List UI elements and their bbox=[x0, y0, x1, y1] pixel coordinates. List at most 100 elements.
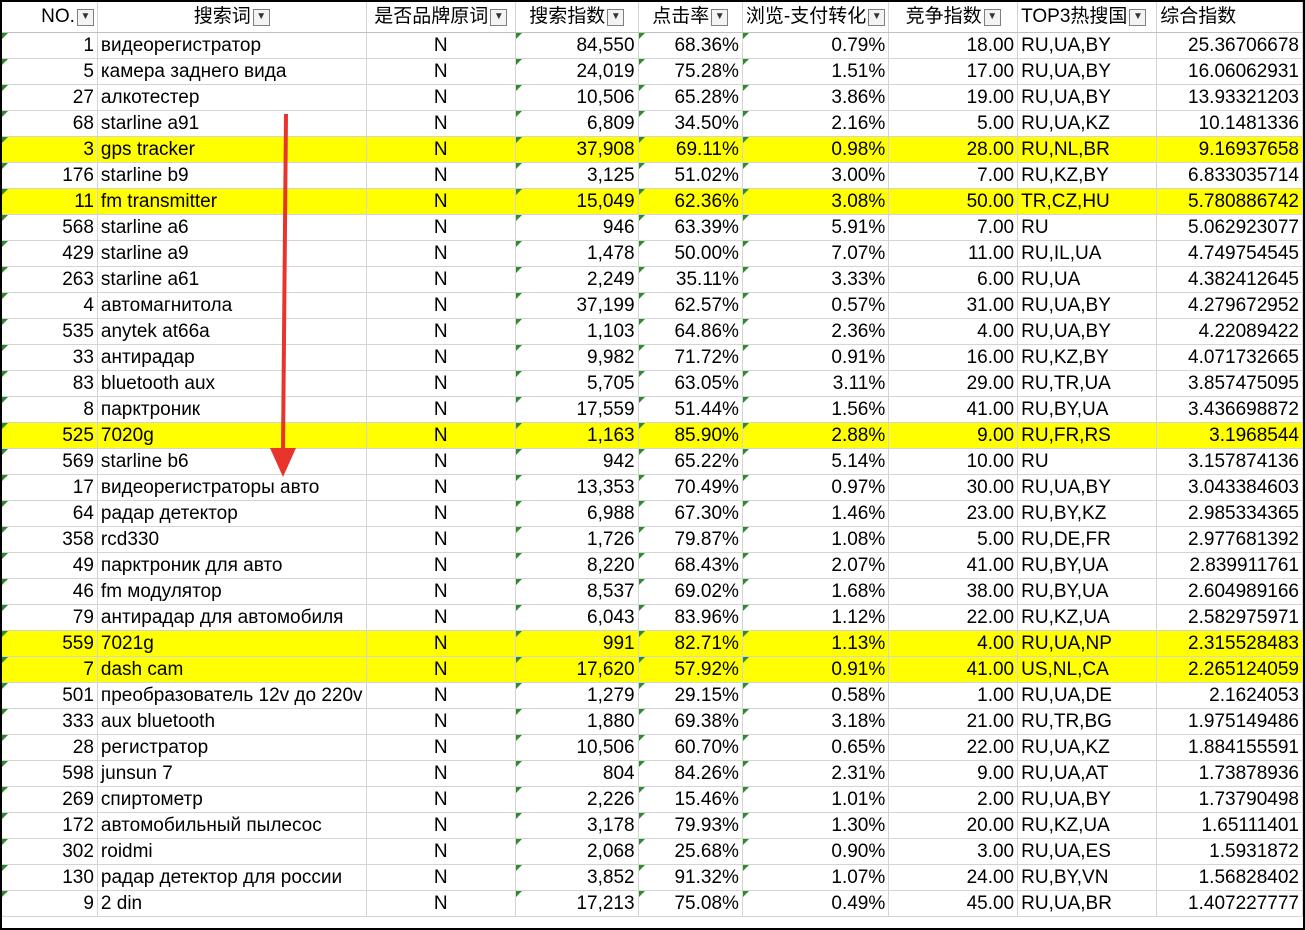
cell-top3-countries[interactable]: RU,UA,BY bbox=[1017, 32, 1158, 59]
column-header[interactable]: 浏览-支付转化 ▼ bbox=[742, 2, 890, 33]
cell-competition[interactable]: 11.00 bbox=[888, 240, 1019, 267]
cell-search-term[interactable]: автомобильный пылесос bbox=[97, 812, 367, 839]
column-header[interactable]: NO. ▼ bbox=[2, 2, 98, 33]
cell-competition[interactable]: 2.00 bbox=[888, 786, 1019, 813]
cell-conversion[interactable]: 2.16% bbox=[742, 110, 890, 137]
cell-search-index[interactable]: 804 bbox=[515, 760, 639, 787]
cell-conversion[interactable]: 0.90% bbox=[742, 838, 890, 865]
cell-search-index[interactable]: 17,213 bbox=[515, 890, 639, 917]
cell-brand-flag[interactable]: N bbox=[366, 604, 517, 631]
cell-top3-countries[interactable]: RU,KZ,BY bbox=[1017, 344, 1158, 371]
cell-top3-countries[interactable]: RU,KZ,UA bbox=[1017, 604, 1158, 631]
cell-competition[interactable]: 18.00 bbox=[888, 32, 1019, 59]
cell-search-term[interactable]: алкотестер bbox=[97, 84, 367, 111]
cell-competition[interactable]: 6.00 bbox=[888, 266, 1019, 293]
cell-brand-flag[interactable]: N bbox=[366, 500, 517, 527]
cell-competition[interactable]: 16.00 bbox=[888, 344, 1019, 371]
cell-composite-score[interactable]: 9.16937658 bbox=[1156, 136, 1303, 163]
cell-click-rate[interactable]: 65.28% bbox=[638, 84, 743, 111]
cell-search-term[interactable]: спиртометр bbox=[97, 786, 367, 813]
cell-brand-flag[interactable]: N bbox=[366, 474, 517, 501]
cell-click-rate[interactable]: 60.70% bbox=[638, 734, 743, 761]
cell-click-rate[interactable]: 67.30% bbox=[638, 500, 743, 527]
cell-conversion[interactable]: 1.56% bbox=[742, 396, 890, 423]
cell-conversion[interactable]: 1.68% bbox=[742, 578, 890, 605]
cell-search-term[interactable]: fm transmitter bbox=[97, 188, 367, 215]
cell-no[interactable]: 5 bbox=[2, 58, 98, 85]
cell-conversion[interactable]: 1.51% bbox=[742, 58, 890, 85]
cell-top3-countries[interactable]: RU,UA,BY bbox=[1017, 318, 1158, 345]
cell-top3-countries[interactable]: RU,UA,BY bbox=[1017, 786, 1158, 813]
cell-no[interactable]: 8 bbox=[2, 396, 98, 423]
cell-search-index[interactable]: 2,068 bbox=[515, 838, 639, 865]
cell-search-term[interactable]: камера заднего вида bbox=[97, 58, 367, 85]
cell-composite-score[interactable]: 3.857475095 bbox=[1156, 370, 1303, 397]
cell-click-rate[interactable]: 85.90% bbox=[638, 422, 743, 449]
cell-composite-score[interactable]: 2.977681392 bbox=[1156, 526, 1303, 553]
cell-search-index[interactable]: 2,249 bbox=[515, 266, 639, 293]
cell-click-rate[interactable]: 68.43% bbox=[638, 552, 743, 579]
cell-click-rate[interactable]: 57.92% bbox=[638, 656, 743, 683]
cell-top3-countries[interactable]: US,NL,CA bbox=[1017, 656, 1158, 683]
column-header[interactable]: 竞争指数 ▼ bbox=[888, 2, 1019, 33]
cell-conversion[interactable]: 5.91% bbox=[742, 214, 890, 241]
cell-brand-flag[interactable]: N bbox=[366, 292, 517, 319]
cell-competition[interactable]: 45.00 bbox=[888, 890, 1019, 917]
cell-conversion[interactable]: 2.07% bbox=[742, 552, 890, 579]
cell-conversion[interactable]: 0.91% bbox=[742, 344, 890, 371]
cell-search-index[interactable]: 6,988 bbox=[515, 500, 639, 527]
cell-conversion[interactable]: 3.86% bbox=[742, 84, 890, 111]
cell-brand-flag[interactable]: N bbox=[366, 448, 517, 475]
cell-conversion[interactable]: 0.49% bbox=[742, 890, 890, 917]
cell-composite-score[interactable]: 4.749754545 bbox=[1156, 240, 1303, 267]
cell-no[interactable]: 535 bbox=[2, 318, 98, 345]
filter-dropdown-icon[interactable]: ▼ bbox=[252, 8, 270, 26]
cell-competition[interactable]: 10.00 bbox=[888, 448, 1019, 475]
cell-no[interactable]: 176 bbox=[2, 162, 98, 189]
cell-competition[interactable]: 30.00 bbox=[888, 474, 1019, 501]
cell-competition[interactable]: 24.00 bbox=[888, 864, 1019, 891]
cell-search-index[interactable]: 13,353 bbox=[515, 474, 639, 501]
cell-search-term[interactable]: регистратор bbox=[97, 734, 367, 761]
cell-composite-score[interactable]: 4.382412645 bbox=[1156, 266, 1303, 293]
cell-conversion[interactable]: 3.00% bbox=[742, 162, 890, 189]
filter-dropdown-icon[interactable]: ▼ bbox=[607, 8, 625, 26]
cell-top3-countries[interactable]: RU,UA,BY bbox=[1017, 474, 1158, 501]
cell-top3-countries[interactable]: RU,FR,RS bbox=[1017, 422, 1158, 449]
cell-search-term[interactable]: starline b6 bbox=[97, 448, 367, 475]
cell-click-rate[interactable]: 69.02% bbox=[638, 578, 743, 605]
cell-top3-countries[interactable]: TR,CZ,HU bbox=[1017, 188, 1158, 215]
cell-search-term[interactable]: roidmi bbox=[97, 838, 367, 865]
filter-dropdown-icon[interactable]: ▼ bbox=[490, 8, 508, 26]
cell-click-rate[interactable]: 51.02% bbox=[638, 162, 743, 189]
cell-search-index[interactable]: 991 bbox=[515, 630, 639, 657]
cell-top3-countries[interactable]: RU,DE,FR bbox=[1017, 526, 1158, 553]
cell-click-rate[interactable]: 65.22% bbox=[638, 448, 743, 475]
cell-search-index[interactable]: 1,478 bbox=[515, 240, 639, 267]
cell-conversion[interactable]: 3.18% bbox=[742, 708, 890, 735]
cell-composite-score[interactable]: 1.884155591 bbox=[1156, 734, 1303, 761]
cell-brand-flag[interactable]: N bbox=[366, 214, 517, 241]
cell-conversion[interactable]: 5.14% bbox=[742, 448, 890, 475]
cell-no[interactable]: 598 bbox=[2, 760, 98, 787]
cell-competition[interactable]: 21.00 bbox=[888, 708, 1019, 735]
cell-click-rate[interactable]: 63.39% bbox=[638, 214, 743, 241]
cell-no[interactable]: 33 bbox=[2, 344, 98, 371]
cell-search-term[interactable]: starline a9 bbox=[97, 240, 367, 267]
cell-top3-countries[interactable]: RU bbox=[1017, 448, 1158, 475]
cell-brand-flag[interactable]: N bbox=[366, 734, 517, 761]
cell-no[interactable]: 263 bbox=[2, 266, 98, 293]
cell-brand-flag[interactable]: N bbox=[366, 890, 517, 917]
cell-no[interactable]: 569 bbox=[2, 448, 98, 475]
cell-brand-flag[interactable]: N bbox=[366, 32, 517, 59]
cell-search-index[interactable]: 942 bbox=[515, 448, 639, 475]
cell-brand-flag[interactable]: N bbox=[366, 266, 517, 293]
cell-no[interactable]: 1 bbox=[2, 32, 98, 59]
cell-composite-score[interactable]: 5.780886742 bbox=[1156, 188, 1303, 215]
cell-click-rate[interactable]: 35.11% bbox=[638, 266, 743, 293]
cell-search-term[interactable]: 7021g bbox=[97, 630, 367, 657]
cell-composite-score[interactable]: 1.975149486 bbox=[1156, 708, 1303, 735]
cell-search-term[interactable]: starline a91 bbox=[97, 110, 367, 137]
cell-search-term[interactable]: 7020g bbox=[97, 422, 367, 449]
cell-search-index[interactable]: 1,880 bbox=[515, 708, 639, 735]
